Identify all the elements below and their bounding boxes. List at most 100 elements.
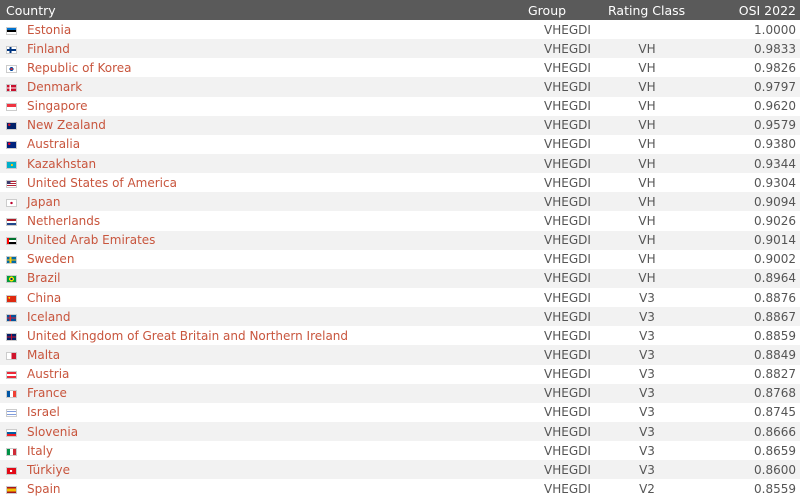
- group-cell: VHEGDI: [544, 233, 591, 248]
- rating-class-cell: V3: [639, 290, 655, 305]
- rating-class-cell: V3: [639, 462, 655, 477]
- country-cell: Republic of Korea: [0, 58, 524, 77]
- osi-value-cell: 0.8859: [754, 328, 796, 343]
- osi-value-cell: 0.9002: [754, 252, 796, 267]
- rating-class-cell: VH: [638, 99, 656, 114]
- country-link[interactable]: Spain: [27, 482, 61, 496]
- country-cell: Japan: [0, 192, 524, 211]
- group-cell: VHEGDI: [544, 328, 591, 343]
- country-cell: Türkiye: [0, 460, 524, 479]
- country-link[interactable]: United States of America: [27, 176, 177, 190]
- country-link[interactable]: New Zealand: [27, 118, 106, 132]
- country-link[interactable]: Republic of Korea: [27, 61, 132, 75]
- osi-value-cell: 0.8768: [754, 386, 796, 401]
- flag-icon: [6, 351, 17, 360]
- group-cell: VHEGDI: [544, 99, 591, 114]
- country-link[interactable]: Australia: [27, 137, 80, 151]
- table-row: United States of America VHEGDI VH 0.9304: [0, 173, 800, 193]
- country-link[interactable]: China: [27, 291, 61, 305]
- table-row: Denmark VHEGDI VH 0.9797: [0, 77, 800, 97]
- flag-icon: [6, 275, 17, 284]
- country-cell: Singapore: [0, 97, 524, 116]
- country-link[interactable]: Türkiye: [27, 463, 70, 477]
- rating-class-cell: VH: [638, 156, 656, 171]
- country-cell: Sweden: [0, 250, 524, 269]
- osi-value-cell: 0.9826: [754, 60, 796, 75]
- osi-ranking-table: Country Group Rating Class OSI 2022 Esto…: [0, 0, 800, 499]
- country-link[interactable]: United Kingdom of Great Britain and Nort…: [27, 329, 348, 343]
- group-cell: VHEGDI: [544, 481, 591, 496]
- country-link[interactable]: France: [27, 386, 67, 400]
- country-cell: New Zealand: [0, 116, 524, 135]
- country-link[interactable]: Sweden: [27, 252, 74, 266]
- group-cell: VHEGDI: [544, 194, 591, 209]
- group-cell: VHEGDI: [544, 213, 591, 228]
- country-cell: Iceland: [0, 307, 524, 326]
- group-cell: VHEGDI: [544, 443, 591, 458]
- rating-class-cell: V3: [639, 309, 655, 324]
- country-link[interactable]: Italy: [27, 444, 53, 458]
- country-link[interactable]: Japan: [27, 195, 60, 209]
- rating-class-cell: VH: [638, 194, 656, 209]
- header-rating-class[interactable]: Rating Class: [604, 0, 716, 20]
- country-link[interactable]: Estonia: [27, 23, 71, 37]
- table-row: Italy VHEGDI V3 0.8659: [0, 441, 800, 461]
- flag-icon: [6, 485, 17, 494]
- header-country[interactable]: Country: [0, 0, 524, 20]
- table-row: Estonia VHEGDI 1.0000: [0, 20, 800, 40]
- group-cell: VHEGDI: [544, 386, 591, 401]
- table-row: France VHEGDI V3 0.8768: [0, 383, 800, 403]
- country-link[interactable]: Netherlands: [27, 214, 100, 228]
- country-link[interactable]: Malta: [27, 348, 60, 362]
- group-cell: VHEGDI: [544, 137, 591, 152]
- osi-value-cell: 0.8876: [754, 290, 796, 305]
- osi-value-cell: 0.9579: [754, 118, 796, 133]
- flag-icon: [6, 83, 17, 92]
- header-group[interactable]: Group: [524, 0, 604, 20]
- table-row: United Kingdom of Great Britain and Nort…: [0, 326, 800, 346]
- rating-class-cell: VH: [638, 252, 656, 267]
- flag-icon: [6, 447, 17, 456]
- country-cell: Australia: [0, 135, 524, 154]
- rating-class-cell: V3: [639, 386, 655, 401]
- flag-icon: [6, 313, 17, 322]
- country-link[interactable]: Denmark: [27, 80, 82, 94]
- country-link[interactable]: Finland: [27, 42, 70, 56]
- country-cell: Malta: [0, 345, 524, 364]
- osi-value-cell: 0.9344: [754, 156, 796, 171]
- osi-value-cell: 0.9094: [754, 194, 796, 209]
- table-row: Netherlands VHEGDI VH 0.9026: [0, 211, 800, 231]
- osi-value-cell: 0.8827: [754, 367, 796, 382]
- rating-class-cell: VH: [638, 271, 656, 286]
- table-row: Brazil VHEGDI VH 0.8964: [0, 268, 800, 288]
- country-link[interactable]: Iceland: [27, 310, 70, 324]
- country-cell: Israel: [0, 403, 524, 422]
- country-link[interactable]: Brazil: [27, 271, 61, 285]
- rating-class-cell: V3: [639, 405, 655, 420]
- group-cell: VHEGDI: [544, 309, 591, 324]
- header-osi-2022[interactable]: OSI 2022: [716, 0, 800, 20]
- flag-icon: [6, 466, 17, 475]
- rating-class-cell: VH: [638, 175, 656, 190]
- flag-icon: [6, 160, 17, 169]
- flag-icon: [6, 428, 17, 437]
- rating-class-cell: VH: [638, 213, 656, 228]
- rating-class-cell: V3: [639, 347, 655, 362]
- rating-class-cell: V3: [639, 367, 655, 382]
- osi-value-cell: 0.8659: [754, 443, 796, 458]
- group-cell: VHEGDI: [544, 118, 591, 133]
- country-link[interactable]: Singapore: [27, 99, 88, 113]
- country-link[interactable]: Slovenia: [27, 425, 78, 439]
- country-link[interactable]: Israel: [27, 405, 60, 419]
- country-link[interactable]: Austria: [27, 367, 69, 381]
- table-row: Iceland VHEGDI V3 0.8867: [0, 307, 800, 327]
- country-link[interactable]: Kazakhstan: [27, 157, 96, 171]
- country-link[interactable]: United Arab Emirates: [27, 233, 155, 247]
- flag-icon: [6, 122, 17, 131]
- table-row: United Arab Emirates VHEGDI VH 0.9014: [0, 230, 800, 250]
- country-cell: Spain: [0, 479, 524, 498]
- table-row: Austria VHEGDI V3 0.8827: [0, 364, 800, 384]
- group-cell: VHEGDI: [544, 156, 591, 171]
- country-cell: China: [0, 288, 524, 307]
- osi-value-cell: 0.9833: [754, 41, 796, 56]
